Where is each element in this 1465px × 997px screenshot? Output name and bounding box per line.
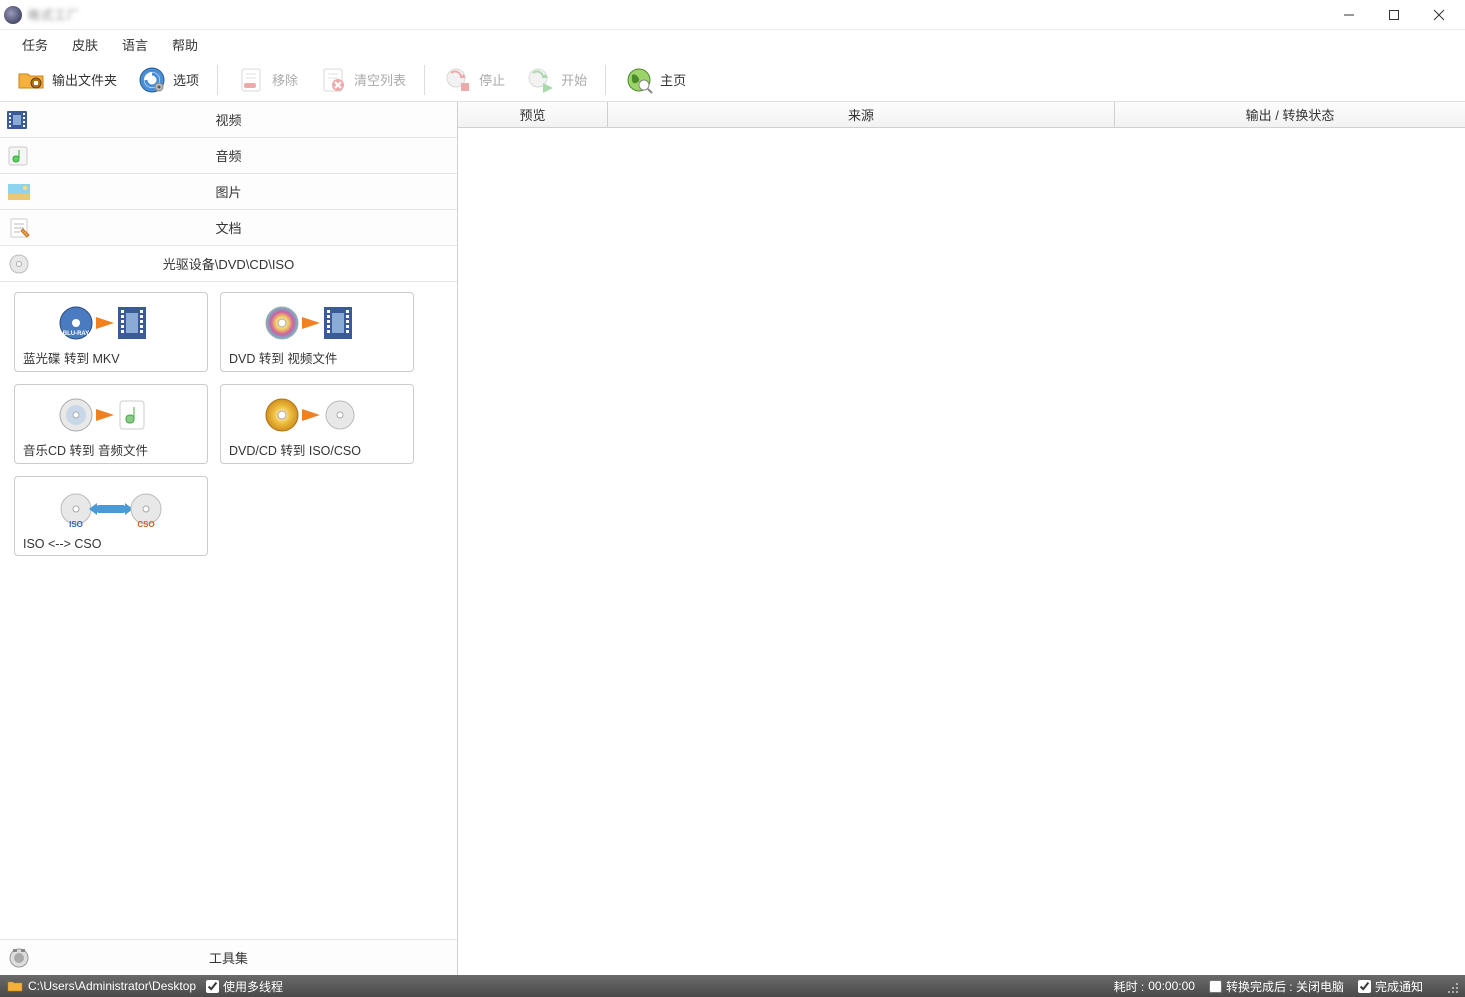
toolbar-separator: [424, 65, 425, 95]
shutdown-checkbox[interactable]: 转换完成后 : 关闭电脑: [1209, 978, 1344, 995]
svg-text:BLU-RAY: BLU-RAY: [63, 331, 89, 337]
multithread-input[interactable]: [206, 980, 219, 993]
tile-dvd-video-label: DVD 转到 视频文件: [229, 346, 405, 367]
notify-input[interactable]: [1358, 980, 1371, 993]
category-audio[interactable]: 音频: [0, 138, 457, 174]
category-video[interactable]: 视频: [0, 102, 457, 138]
remove-icon: [236, 65, 266, 95]
remove-label: 移除: [272, 70, 298, 89]
menu-task[interactable]: 任务: [10, 30, 60, 58]
minimize-button[interactable]: [1326, 1, 1371, 29]
column-output[interactable]: 输出 / 转换状态: [1115, 102, 1465, 127]
category-tools-label: 工具集: [0, 948, 457, 967]
column-source[interactable]: 来源: [608, 102, 1115, 127]
toolbar-separator: [217, 65, 218, 95]
toolbar: 输出文件夹 选项 移除: [0, 58, 1465, 102]
category-document-label: 文档: [0, 218, 457, 237]
list-header: 预览 来源 输出 / 转换状态: [458, 102, 1465, 128]
document-icon: [4, 214, 34, 242]
tile-bluray-mkv[interactable]: BLU-RAY 蓝光碟 转到 MKV: [14, 292, 208, 372]
right-panel: 预览 来源 输出 / 转换状态: [458, 102, 1465, 975]
svg-text:CSO: CSO: [137, 520, 154, 529]
disc-icon: [4, 250, 34, 278]
category-disc-label: 光驱设备\DVD\CD\ISO: [0, 254, 457, 273]
notify-label: 完成通知: [1375, 978, 1423, 995]
svg-text:ISO: ISO: [69, 520, 83, 529]
category-document[interactable]: 文档: [0, 210, 457, 246]
tile-cd-audio[interactable]: 音乐CD 转到 音频文件: [14, 384, 208, 464]
notify-checkbox[interactable]: 完成通知: [1358, 978, 1423, 995]
category-image-label: 图片: [0, 182, 457, 201]
stop-label: 停止: [479, 70, 505, 89]
tile-area: BLU-RAY 蓝光碟 转到 MKV: [0, 282, 457, 939]
globe-icon: [624, 65, 654, 95]
category-tools[interactable]: 工具集: [0, 939, 457, 975]
tile-dvd-video-icon: [229, 299, 405, 346]
resize-grip[interactable]: [1443, 978, 1459, 994]
menubar: 任务 皮肤 语言 帮助: [0, 30, 1465, 58]
window-title: 格式工厂: [28, 6, 80, 23]
folder-icon: [16, 65, 46, 95]
tile-dvd-iso-icon: [229, 391, 405, 438]
left-panel: 视频 音频 图片 文档: [0, 102, 458, 975]
tools-icon: [4, 944, 34, 972]
elapsed-label: 耗时 :: [1114, 978, 1145, 995]
main: 视频 音频 图片 文档: [0, 102, 1465, 975]
options-label: 选项: [173, 70, 199, 89]
output-path[interactable]: C:\Users\Administrator\Desktop: [28, 979, 196, 993]
menu-help[interactable]: 帮助: [160, 30, 210, 58]
shutdown-input[interactable]: [1209, 980, 1222, 993]
tile-iso-cso[interactable]: ISO CSO ISO <--> CSO: [14, 476, 208, 556]
category-audio-label: 音频: [0, 146, 457, 165]
folder-icon[interactable]: [6, 978, 24, 994]
toolbar-separator: [605, 65, 606, 95]
stop-icon: [443, 65, 473, 95]
tile-cd-audio-label: 音乐CD 转到 音频文件: [23, 438, 199, 459]
tile-bluray-mkv-icon: BLU-RAY: [23, 299, 199, 346]
tile-bluray-mkv-label: 蓝光碟 转到 MKV: [23, 346, 199, 367]
maximize-button[interactable]: [1371, 1, 1416, 29]
menu-language[interactable]: 语言: [110, 30, 160, 58]
tile-iso-cso-icon: ISO CSO: [23, 483, 199, 535]
tile-dvd-video[interactable]: DVD 转到 视频文件: [220, 292, 414, 372]
close-button[interactable]: [1416, 1, 1461, 29]
titlebar: 格式工厂: [0, 0, 1465, 30]
clear-list-button[interactable]: 清空列表: [310, 61, 414, 99]
start-button[interactable]: 开始: [517, 61, 595, 99]
column-preview[interactable]: 预览: [458, 102, 608, 127]
category-video-label: 视频: [0, 110, 457, 129]
home-label: 主页: [660, 70, 686, 89]
audio-icon: [4, 142, 34, 170]
elapsed-time: 00:00:00: [1148, 979, 1195, 993]
start-label: 开始: [561, 70, 587, 89]
video-icon: [4, 106, 34, 134]
remove-button[interactable]: 移除: [228, 61, 306, 99]
app-icon: [4, 6, 22, 24]
clear-list-label: 清空列表: [354, 70, 406, 89]
statusbar: C:\Users\Administrator\Desktop 使用多线程 耗时 …: [0, 975, 1465, 997]
tile-dvd-iso[interactable]: DVD/CD 转到 ISO/CSO: [220, 384, 414, 464]
output-folder-button[interactable]: 输出文件夹: [8, 61, 125, 99]
tile-cd-audio-icon: [23, 391, 199, 438]
list-body: [458, 128, 1465, 975]
category-image[interactable]: 图片: [0, 174, 457, 210]
multithread-label: 使用多线程: [223, 978, 283, 995]
gear-icon: [137, 65, 167, 95]
stop-button[interactable]: 停止: [435, 61, 513, 99]
image-icon: [4, 178, 34, 206]
category-disc[interactable]: 光驱设备\DVD\CD\ISO: [0, 246, 457, 282]
home-button[interactable]: 主页: [616, 61, 694, 99]
multithread-checkbox[interactable]: 使用多线程: [206, 978, 283, 995]
options-button[interactable]: 选项: [129, 61, 207, 99]
output-folder-label: 输出文件夹: [52, 70, 117, 89]
menu-skin[interactable]: 皮肤: [60, 30, 110, 58]
clear-icon: [318, 65, 348, 95]
play-icon: [525, 65, 555, 95]
tile-iso-cso-label: ISO <--> CSO: [23, 535, 199, 551]
tile-dvd-iso-label: DVD/CD 转到 ISO/CSO: [229, 438, 405, 459]
category-list: 视频 音频 图片 文档: [0, 102, 457, 282]
shutdown-label: 转换完成后 : 关闭电脑: [1226, 978, 1344, 995]
